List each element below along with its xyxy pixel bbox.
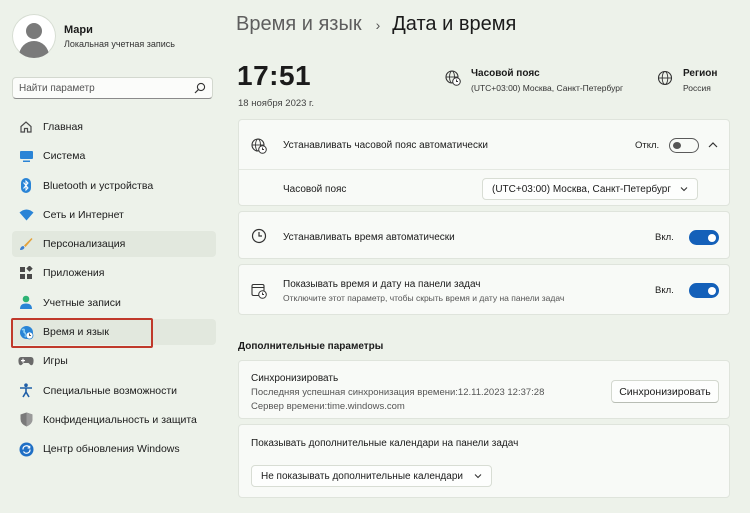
person-icon — [18, 295, 34, 311]
gamepad-icon — [18, 353, 34, 369]
breadcrumb-parent[interactable]: Время и язык — [236, 13, 362, 36]
chevron-down-icon — [474, 474, 482, 479]
sync-server: Сервер времени:time.windows.com — [251, 401, 405, 412]
timezone-title: Часовой пояс — [471, 68, 540, 79]
sidebar: Мари Локальная учетная запись Главная Си… — [0, 0, 224, 513]
calendars-select[interactable]: Не показывать дополнительные календари — [251, 465, 492, 487]
sidebar-item-accessibility[interactable]: Специальные возможности — [12, 378, 216, 404]
sidebar-item-label: Приложения — [43, 267, 105, 280]
clock-icon — [251, 228, 267, 244]
show-taskbar-state: Вкл. — [655, 285, 674, 296]
sync-button[interactable]: Синхронизировать — [611, 380, 719, 403]
show-taskbar-toggle[interactable] — [689, 283, 719, 298]
auto-time-toggle[interactable] — [689, 230, 719, 245]
search-icon[interactable] — [194, 82, 206, 94]
region-info: Регион Россия — [657, 68, 717, 93]
calendar-clock-icon — [251, 283, 267, 299]
auto-time-label: Устанавливать время автоматически — [283, 232, 455, 243]
region-title: Регион — [683, 68, 718, 79]
sidebar-item-label: Bluetooth и устройства — [43, 179, 154, 192]
sidebar-item-privacy[interactable]: Конфиденциальность и защита — [12, 407, 216, 433]
chevron-up-icon[interactable] — [708, 141, 718, 148]
sidebar-item-label: Сеть и Интернет — [43, 208, 124, 221]
nav-list: Главная Система Bluetooth и устройства С… — [12, 114, 216, 466]
account-type: Локальная учетная запись — [64, 38, 175, 49]
sidebar-item-label: Главная — [43, 121, 83, 133]
auto-time-card: Устанавливать время автоматически Вкл. — [238, 211, 730, 259]
globe-icon — [657, 70, 673, 86]
shield-icon — [18, 412, 34, 428]
timezone-select-label: Часовой пояс — [283, 184, 347, 195]
show-taskbar-description: Отключите этот параметр, чтобы скрыть вр… — [283, 293, 565, 303]
highlight-annotation — [11, 318, 153, 348]
user-profile[interactable]: Мари Локальная учетная запись — [12, 14, 175, 58]
sidebar-item-label: Игры — [43, 355, 68, 368]
divider — [239, 169, 729, 170]
timezone-info: Часовой пояс (UTC+03:00) Москва, Санкт-П… — [445, 68, 623, 93]
auto-timezone-state: Откл. — [635, 140, 660, 151]
region-value: Россия — [683, 83, 711, 93]
breadcrumb-separator: › — [375, 16, 381, 33]
sync-title: Синхронизировать — [251, 373, 339, 384]
search-input[interactable] — [13, 78, 189, 99]
sidebar-item-network[interactable]: Сеть и Интернет — [12, 202, 216, 228]
auto-timezone-label: Устанавливать часовой пояс автоматически — [283, 140, 488, 151]
wifi-icon — [18, 207, 34, 223]
sidebar-item-bluetooth[interactable]: Bluetooth и устройства — [12, 173, 216, 199]
current-time: 17:51 — [237, 60, 312, 91]
timezone-value: (UTC+03:00) Москва, Санкт-Петербург — [471, 83, 624, 93]
page-title: Дата и время — [392, 13, 517, 35]
globe-clock-icon — [251, 138, 267, 154]
sidebar-item-label: Центр обновления Windows — [43, 443, 180, 456]
auto-timezone-card: Устанавливать часовой пояс автоматически… — [238, 119, 730, 206]
show-taskbar-label: Показывать время и дату на панели задач — [283, 279, 481, 290]
bluetooth-icon — [18, 178, 34, 194]
sidebar-item-label: Персонализация — [43, 238, 126, 251]
sync-card: Синхронизировать Последняя успешная синх… — [238, 360, 730, 419]
apps-icon — [18, 265, 34, 281]
sidebar-item-apps[interactable]: Приложения — [12, 260, 216, 286]
section-title-additional: Дополнительные параметры — [238, 341, 384, 352]
home-icon — [18, 119, 34, 135]
calendars-select-value: Не показывать дополнительные календари — [261, 470, 463, 482]
sidebar-item-home[interactable]: Главная — [12, 114, 216, 140]
user-name: Мари — [64, 23, 93, 36]
sidebar-item-label: Система — [43, 150, 86, 163]
breadcrumb: Время и язык › Дата и время — [236, 13, 516, 36]
auto-time-state: Вкл. — [655, 232, 674, 243]
globe-clock-icon — [445, 70, 461, 86]
sidebar-item-windows-update[interactable]: Центр обновления Windows — [12, 436, 216, 462]
sidebar-item-gaming[interactable]: Игры — [12, 348, 216, 374]
search-box[interactable] — [12, 77, 213, 99]
timezone-select[interactable]: (UTC+03:00) Москва, Санкт-Петербург — [482, 178, 698, 200]
chevron-down-icon — [680, 187, 688, 192]
sidebar-item-accounts[interactable]: Учетные записи — [12, 290, 216, 316]
sync-last: Последняя успешная синхронизация времени… — [251, 387, 545, 398]
calendars-label: Показывать дополнительные календари на п… — [251, 438, 519, 449]
monitor-icon — [18, 148, 34, 164]
timezone-select-value: (UTC+03:00) Москва, Санкт-Петербург — [492, 183, 671, 195]
sidebar-item-personalization[interactable]: Персонализация — [12, 231, 216, 258]
sidebar-item-label: Учетные записи — [43, 296, 121, 309]
update-icon — [18, 441, 34, 457]
brush-icon — [18, 236, 34, 252]
sidebar-item-label: Конфиденциальность и защита — [43, 413, 197, 426]
sidebar-item-system[interactable]: Система — [12, 143, 216, 169]
auto-timezone-toggle[interactable] — [669, 138, 699, 153]
show-taskbar-card: Показывать время и дату на панели задач … — [238, 264, 730, 315]
sidebar-item-label: Специальные возможности — [43, 384, 178, 397]
accessibility-icon — [18, 383, 34, 399]
avatar — [12, 14, 56, 58]
current-date: 18 ноября 2023 г. — [238, 98, 314, 109]
calendars-card: Показывать дополнительные календари на п… — [238, 424, 730, 498]
